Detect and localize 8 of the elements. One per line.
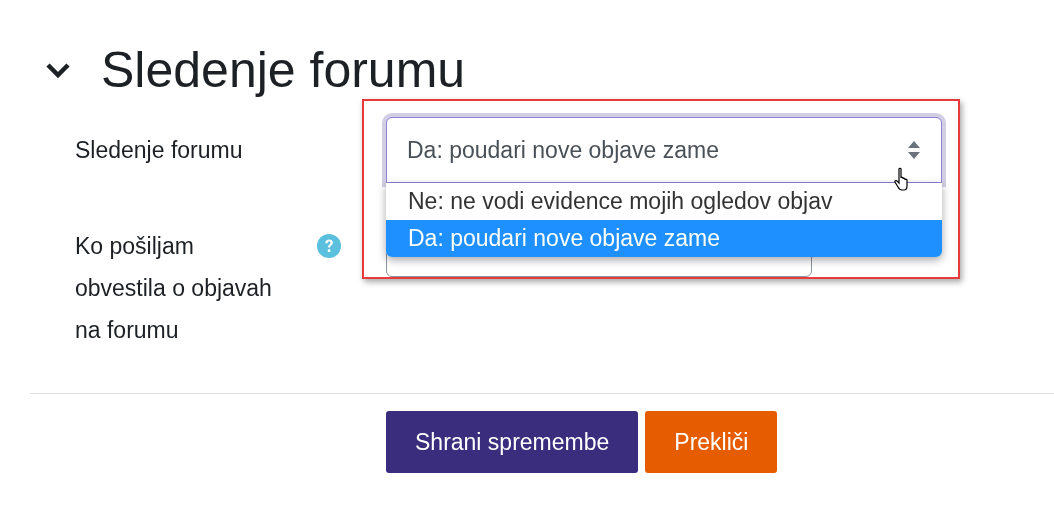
sort-arrows-icon xyxy=(907,140,921,160)
chevron-icon[interactable] xyxy=(45,61,71,79)
dropdown-option[interactable]: Ne: ne vodi evidence mojih ogledov objav xyxy=(386,183,942,220)
cancel-button[interactable]: Prekliči xyxy=(645,411,778,473)
section-heading: Sledenje forumu xyxy=(101,41,466,100)
save-button[interactable]: Shrani spremembe xyxy=(386,411,639,473)
field-label: Ko pošiljam obvestila o objavah na forumu xyxy=(75,232,273,345)
field-label: Sledenje forumu xyxy=(75,136,244,165)
